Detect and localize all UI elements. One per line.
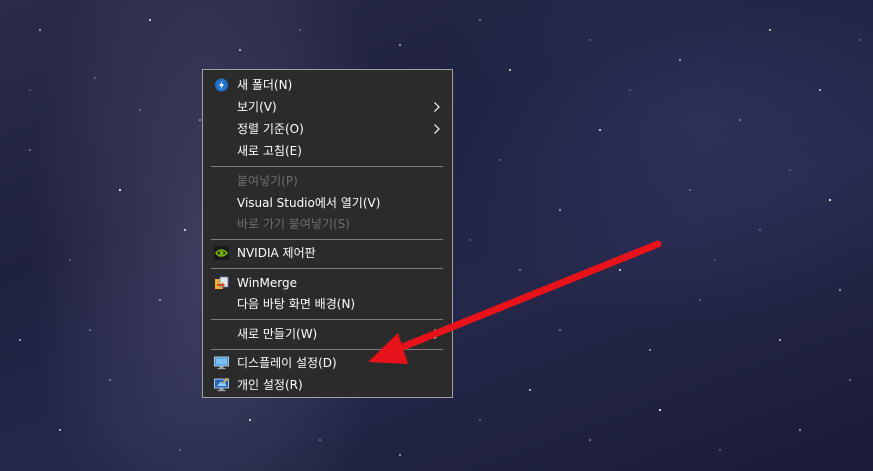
red-arrow-annotation [368, 240, 662, 364]
